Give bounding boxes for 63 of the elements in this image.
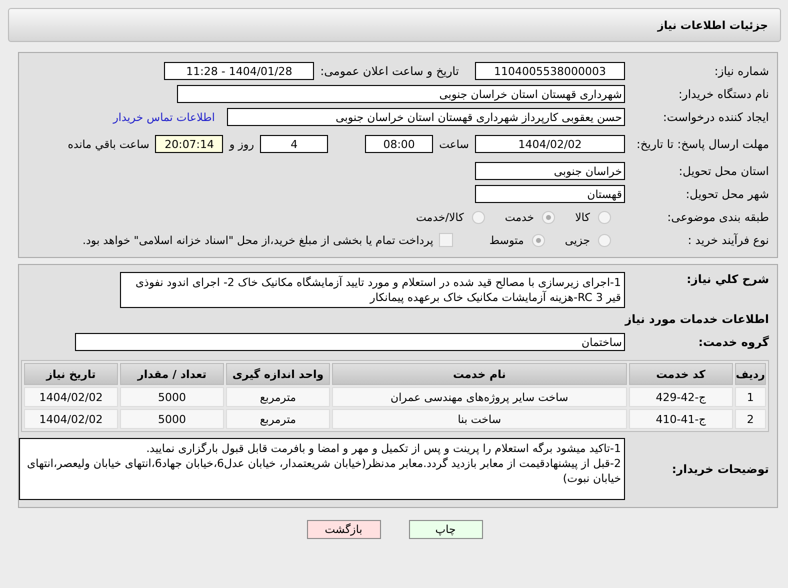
radio-label: کالا/خدمت	[416, 210, 464, 224]
table-cell: 2	[734, 409, 766, 429]
need-number-field: 1104005538000003	[475, 62, 625, 80]
radio-button[interactable]	[598, 210, 611, 224]
radio-button[interactable]	[542, 210, 556, 224]
field-label: گروه خدمت:	[697, 335, 769, 349]
field-label: ایجاد کننده درخواست:	[662, 110, 769, 124]
field-label: مهلت ارسال پاسخ: تا تاریخ:	[635, 136, 769, 152]
table-cell: 5000	[120, 409, 224, 429]
table-cell: مترمربع	[226, 387, 330, 407]
field-label: استان محل تحویل:	[678, 164, 769, 178]
radio-button[interactable]	[598, 234, 611, 246]
contact-link[interactable]: اطلاعات تماس خریدار	[113, 110, 215, 124]
buyer-field: شهرداری قهستان استان خراسان جنوبی	[177, 85, 625, 103]
payment-text: پرداخت تمام یا بخشی از مبلغ خرید،از محل "اسناد خزانه اسلامی" خواهد بود.	[82, 234, 434, 246]
table-cell: ج-41-410	[628, 409, 733, 429]
province-field: خراسان جنوبی	[475, 162, 625, 180]
checkbox[interactable]	[439, 233, 454, 247]
radio-label: خدمت	[504, 210, 534, 224]
table-cell: 1	[734, 387, 766, 407]
table-cell: ساخت بنا	[332, 409, 627, 429]
radio-label: کالا	[575, 210, 590, 224]
radio-label: متوسط	[489, 234, 524, 246]
buyer-notes-textarea[interactable]: 1-تاکید میشود برگه استعلام را پرینت و پس از تکمیل و مهر و امضا و بافرمت قابل قبول بارگزاری نمایید. 2-قبل از پیشنهادقیمت از معابر بازدید گردد.معابر مدنظر(خیابان شریعتمدار، خیابان عدل6،خیابان جهاد6،انتهای خیابان ولیعصر،انتهای خیابان نبوت)	[19, 438, 625, 500]
remaining-time-field: 20:07:14	[155, 135, 224, 153]
field-label: توضیحات خریدار:	[670, 462, 769, 476]
city-field: قهستان	[475, 185, 625, 203]
field-label: طبقه بندی موضوعی:	[666, 210, 769, 224]
column-header: کد خدمت	[628, 363, 733, 385]
back-button[interactable]: بازگشت	[306, 520, 380, 539]
service-group-field: ساختمان	[75, 333, 625, 351]
page-title: جزئیات اطلاعات نیاز	[658, 18, 768, 32]
remaining-label: ساعت باقي مانده	[68, 138, 150, 150]
table-cell: ج-42-429	[628, 387, 733, 407]
field-label: شماره نیاز:	[713, 64, 769, 78]
field-label: نوع فرآیند خرید :	[686, 233, 769, 247]
field-label: نام دستگاه خریدار:	[677, 87, 769, 101]
deadline-time-field: 08:00	[365, 135, 434, 153]
announce-date-field: 1404/01/28 - 11:28	[164, 62, 314, 80]
field-label: شرح کلي نیاز:	[686, 272, 769, 286]
print-button[interactable]: چاپ	[408, 520, 482, 539]
column-header: ردیف	[734, 363, 766, 385]
column-header: تعداد / مقدار	[120, 363, 224, 385]
days-field: 4	[260, 135, 328, 153]
column-header: واحد اندازه گیری	[226, 363, 330, 385]
table-cell: 1404/02/02	[24, 409, 118, 429]
summary-textarea[interactable]: 1-اجرای زیرسازی با مصالح قید شده در استعلام و مورد تایید آزمایشگاه مکانیک خاک 2- اجرای اندود نفوذی قیر RC 3-هزینه آزمایشات مکانیک خاک برعهده پیمانکار	[120, 272, 625, 308]
deadline-date-field: 1404/02/02	[475, 135, 625, 153]
days-label: روز و	[229, 138, 254, 150]
time-label: ساعت	[439, 138, 469, 150]
creator-field: حسن یعقوبی کارپرداز شهرداری قهستان استان خراسان جنوبی	[227, 108, 625, 126]
table-cell: 5000	[120, 387, 224, 407]
field-label: تاریخ و ساعت اعلان عمومی:	[320, 64, 459, 78]
radio-label: جزیی	[564, 234, 590, 246]
table-cell: 1404/02/02	[24, 387, 118, 407]
section-title: اطلاعات خدمات مورد نیاز	[624, 312, 769, 326]
radio-button[interactable]	[532, 234, 545, 246]
column-header: تاریخ نیاز	[24, 363, 118, 385]
radio-button[interactable]	[472, 210, 485, 224]
table-cell: مترمربع	[226, 409, 330, 429]
field-label: شهر محل تحویل:	[684, 187, 769, 201]
column-header: نام خدمت	[332, 363, 627, 385]
table-cell: ساخت سایر پروژه‌های مهندسی عمران	[332, 387, 627, 407]
